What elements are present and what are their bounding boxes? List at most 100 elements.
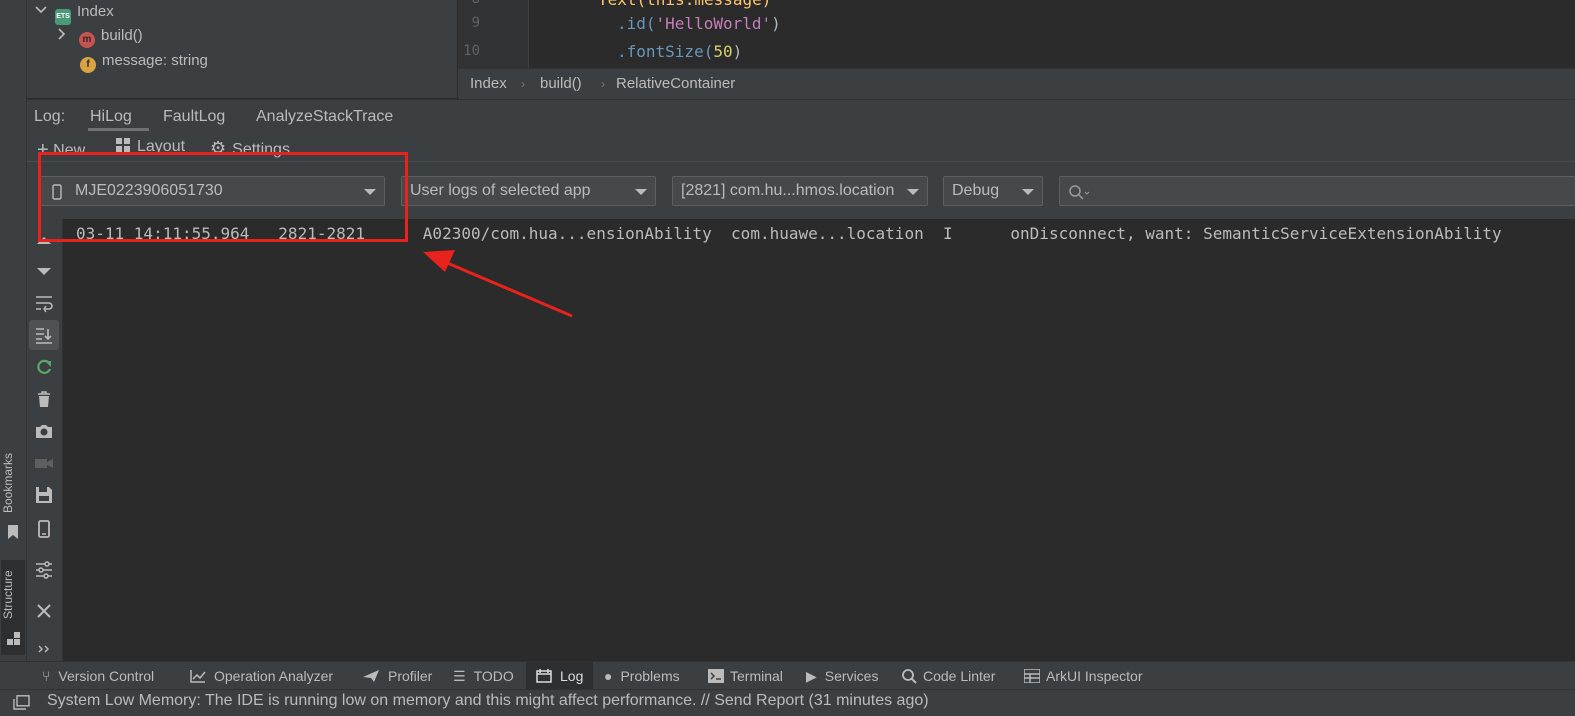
tab-hilog[interactable]: HiLog	[90, 108, 132, 126]
magnifier-icon	[902, 669, 917, 684]
structure-panel: ETS Index m build() f message: string	[27, 0, 457, 98]
chevron-down-icon	[1022, 189, 1034, 195]
tool-window-label: Operation Analyzer	[214, 668, 334, 684]
annotation-arrow-icon	[423, 250, 573, 318]
tree-node-label: message: string	[102, 52, 208, 69]
terminal-icon	[708, 669, 724, 683]
profiler-icon	[363, 670, 379, 682]
trash-icon[interactable]	[34, 389, 54, 409]
structure-tab-label: Structure	[1, 570, 15, 620]
code-token: .fontSize(	[617, 42, 714, 61]
method-icon: m	[79, 32, 95, 48]
more-icon[interactable]	[34, 639, 54, 659]
tree-node-label: build()	[101, 27, 143, 44]
breadcrumb-item[interactable]: build()	[540, 75, 582, 92]
grid-icon	[1023, 668, 1041, 684]
camera-icon[interactable]	[34, 421, 54, 441]
editor-gutter: 8 9 10	[458, 0, 529, 68]
chevron-right-icon: ›	[601, 77, 605, 91]
highlight-box	[38, 152, 408, 242]
save-icon[interactable]	[34, 485, 54, 505]
branch-icon: ⑂	[42, 668, 51, 684]
code-line-10: .fontSize(50)	[617, 42, 742, 61]
tool-window-label: Log	[560, 668, 584, 684]
soft-wrap-icon[interactable]	[34, 293, 54, 313]
play-icon: ▶	[806, 668, 817, 684]
tree-node-message[interactable]: f message: string	[80, 49, 208, 73]
code-token: )	[732, 42, 743, 61]
device-icon[interactable]	[34, 519, 54, 539]
tool-window-arkui-inspector[interactable]: ArkUI Inspector	[1023, 662, 1143, 690]
log-toolbar	[27, 219, 63, 661]
line-number: 8	[458, 0, 480, 7]
breadcrumb-item[interactable]: RelativeContainer	[616, 75, 735, 92]
process-select[interactable]: [2821] com.hu...hmos.location	[672, 176, 928, 206]
process-select-value: [2821] com.hu...hmos.location	[681, 182, 895, 199]
tool-window-label: Terminal	[730, 668, 783, 684]
scroll-down-icon[interactable]	[34, 261, 54, 281]
tool-window-label: Code Linter	[923, 668, 996, 684]
bookmarks-tab[interactable]: Bookmarks	[1, 445, 25, 545]
tab-faultlog[interactable]: FaultLog	[163, 108, 225, 126]
tool-window-label: Services	[824, 668, 879, 684]
tab-analyze-stack-trace[interactable]: AnalyzeStackTrace	[256, 108, 393, 126]
breadcrumb: Index › build() › RelativeContainer	[458, 68, 1575, 99]
tool-window-problems[interactable]: ● Problems	[604, 662, 680, 690]
log-level-select-value: Debug	[952, 182, 1000, 199]
tool-window-services[interactable]: ▶ Services	[806, 662, 878, 690]
log-package: com.huawe...location	[731, 224, 924, 243]
log-icon	[536, 669, 552, 683]
info-icon: ●	[604, 668, 613, 684]
scroll-to-end-icon[interactable]	[34, 325, 54, 345]
tool-window-todo[interactable]: ☰ TODO	[453, 662, 514, 690]
tool-window-strip: Bookmarks Structure	[0, 0, 27, 661]
log-scope-select[interactable]: User logs of selected app	[401, 176, 656, 206]
close-icon[interactable]	[34, 601, 54, 621]
tool-window-label: Version Control	[58, 668, 155, 684]
structure-icon	[7, 632, 20, 645]
line-number: 9	[471, 15, 480, 31]
code-token: )	[771, 14, 781, 33]
code-line-8: Text(this.message)	[598, 0, 771, 9]
tool-window-terminal[interactable]: Terminal	[708, 662, 783, 690]
restart-icon[interactable]	[34, 357, 54, 377]
bookmarks-tab-label: Bookmarks	[1, 452, 15, 513]
breadcrumb-item[interactable]: Index	[470, 75, 507, 92]
chevron-right-icon[interactable]	[57, 28, 67, 40]
window-icon[interactable]	[13, 695, 30, 710]
tree-node-label: Index	[77, 3, 114, 20]
log-label: Log:	[34, 108, 66, 125]
code-line-9: .id('HelloWorld')	[617, 14, 781, 33]
tool-window-code-linter[interactable]: Code Linter	[901, 662, 995, 690]
field-icon: f	[80, 57, 96, 73]
status-message[interactable]: System Low Memory: The IDE is running lo…	[47, 692, 929, 710]
code-number: 50	[713, 42, 733, 61]
tool-window-label: Profiler	[388, 668, 433, 684]
code-string: 'HelloWorld'	[655, 14, 772, 33]
chevron-right-icon: ›	[521, 77, 525, 91]
chevron-down-icon	[907, 189, 919, 195]
tree-node-index[interactable]: ETS Index	[35, 0, 114, 25]
log-message: onDisconnect, want: SemanticServiceExten…	[1010, 224, 1502, 243]
structure-tab[interactable]: Structure	[1, 560, 25, 655]
chevron-down-icon	[635, 189, 647, 195]
log-level-select[interactable]: Debug	[943, 176, 1043, 206]
tool-window-log[interactable]: Log	[526, 662, 594, 690]
tree-node-build[interactable]: m build()	[57, 24, 143, 48]
tool-window-profiler[interactable]: Profiler	[362, 662, 432, 690]
filter-settings-icon[interactable]	[34, 560, 54, 580]
tool-window-operation-analyzer[interactable]: Operation Analyzer	[190, 662, 333, 690]
video-icon	[35, 459, 53, 468]
bookmark-icon	[8, 525, 18, 539]
tool-window-bar: ⑂ Version Control Operation Analyzer Prof…	[0, 661, 1575, 690]
log-level: I	[942, 224, 953, 243]
log-output[interactable]	[63, 219, 1575, 661]
log-tab-bar: Log: HiLog FaultLog AnalyzeStackTrace	[27, 99, 1575, 134]
code-token: .id(	[617, 14, 656, 33]
chevron-down-icon[interactable]	[35, 4, 47, 16]
chart-icon	[190, 670, 206, 683]
log-search-input[interactable]	[1059, 176, 1575, 206]
tool-window-label: Problems	[620, 668, 680, 684]
tool-window-version-control[interactable]: ⑂ Version Control	[42, 662, 154, 690]
tool-window-label: ArkUI Inspector	[1046, 668, 1143, 684]
